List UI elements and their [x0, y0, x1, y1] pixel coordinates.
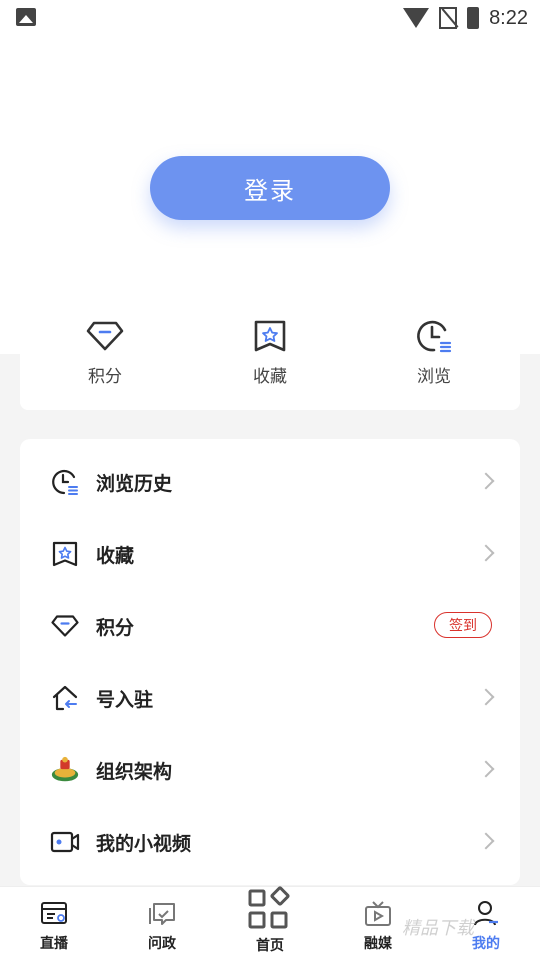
menu-item-history[interactable]: 浏览历史 [20, 446, 520, 518]
tv-icon [363, 899, 393, 929]
chevron-right-icon [477, 832, 495, 850]
watermark: 精品下载 [402, 918, 474, 939]
history-icon [50, 467, 80, 497]
diamond-icon [85, 316, 125, 356]
quick-action-points[interactable]: 积分 [55, 316, 155, 387]
menu-item-account-join[interactable]: 号入驻 [20, 662, 520, 734]
menu-item-organization[interactable]: 组织架构 [20, 734, 520, 806]
menu-item-label: 收藏 [96, 544, 135, 567]
menu-item-label: 积分 [96, 616, 135, 639]
menu-item-label: 组织架构 [96, 760, 173, 783]
quick-actions: 积分 收藏 浏览 [20, 300, 520, 410]
menu-list: 浏览历史 收藏 积分 签到 号入驻 组织架构 我的小视频 [20, 439, 520, 885]
status-time: 8:22 [489, 6, 528, 29]
tab-inquiry[interactable]: 问政 [122, 899, 202, 953]
video-camera-icon [50, 827, 80, 857]
chevron-right-icon [477, 688, 495, 706]
quick-action-browse[interactable]: 浏览 [384, 316, 484, 387]
wifi-icon [403, 8, 430, 28]
live-icon [39, 899, 69, 929]
diamond-icon [50, 611, 80, 641]
organization-logo-icon [50, 755, 80, 785]
tab-label: 问政 [148, 936, 176, 952]
quick-action-label: 浏览 [417, 367, 451, 387]
chevron-right-icon [477, 760, 495, 778]
menu-item-label: 我的小视频 [96, 832, 192, 855]
no-sim-icon [439, 7, 458, 29]
menu-item-points[interactable]: 积分 签到 [20, 590, 520, 662]
clock-icon [414, 316, 454, 356]
image-notification-icon [16, 8, 36, 26]
star-bookmark-icon [50, 539, 80, 569]
menu-item-my-videos[interactable]: 我的小视频 [20, 806, 520, 878]
battery-charging-icon [467, 7, 480, 29]
tab-live[interactable]: 直播 [14, 899, 94, 953]
chevron-right-icon [477, 472, 495, 490]
status-bar: 8:22 [0, 0, 540, 36]
home-grid-icon [246, 886, 294, 931]
tab-home[interactable]: 首页 [230, 886, 310, 955]
status-indicators: 8:22 [403, 6, 528, 30]
login-button[interactable]: 登录 [150, 156, 390, 220]
question-icon [147, 899, 177, 929]
menu-item-label: 号入驻 [96, 688, 154, 711]
quick-action-label: 收藏 [253, 367, 287, 387]
star-bookmark-icon [250, 316, 290, 356]
tab-label: 直播 [40, 936, 68, 952]
house-arrow-icon [50, 683, 80, 713]
sign-in-badge[interactable]: 签到 [434, 612, 492, 638]
tab-label: 首页 [256, 938, 284, 954]
chevron-right-icon [477, 544, 495, 562]
menu-item-favorites[interactable]: 收藏 [20, 518, 520, 590]
menu-item-label: 浏览历史 [96, 472, 173, 495]
quick-action-label: 积分 [88, 367, 122, 387]
quick-action-favorites[interactable]: 收藏 [220, 316, 320, 387]
